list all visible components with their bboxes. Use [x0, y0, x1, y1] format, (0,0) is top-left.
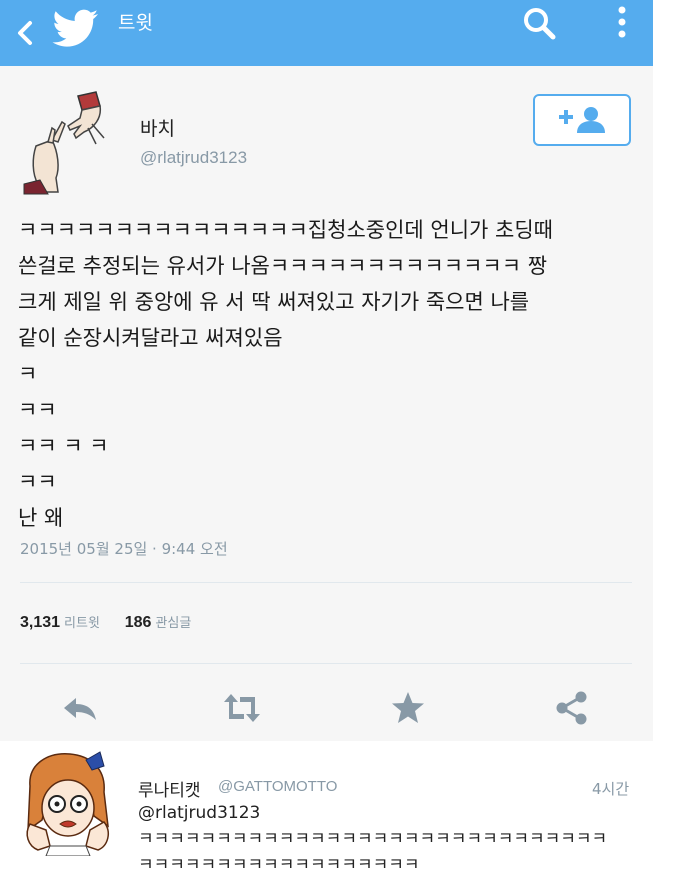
like-count[interactable]: 186	[125, 614, 152, 631]
retweet-icon[interactable]	[222, 688, 262, 728]
reply-icon[interactable]	[60, 688, 100, 728]
search-icon[interactable]	[520, 4, 560, 44]
follow-button[interactable]	[533, 94, 631, 146]
reply-author-name[interactable]: 루나티캣	[138, 776, 201, 801]
reply-author-handle[interactable]: @GATTOMOTTO	[218, 778, 337, 795]
reply-text: @rlatjrud3123 ㅋㅋㅋㅋㅋㅋㅋㅋㅋㅋㅋㅋㅋㅋㅋㅋㅋㅋㅋㅋㅋㅋㅋㅋㅋㅋ…	[138, 803, 608, 875]
tweet-stats: 3,131 리트윗 186 관심글	[20, 612, 211, 632]
retweet-label[interactable]: 리트윗	[64, 616, 100, 631]
twitter-bird-icon	[52, 9, 98, 47]
like-label[interactable]: 관심글	[155, 616, 191, 631]
tweet-timestamp: 2015년 05월 25일 · 9:44 오전	[20, 540, 228, 558]
author-name[interactable]: 바치	[140, 114, 175, 141]
share-icon[interactable]	[552, 688, 592, 728]
retweet-count[interactable]: 3,131	[20, 614, 60, 631]
avatar[interactable]	[22, 88, 112, 196]
more-vertical-icon[interactable]	[612, 2, 632, 46]
favorite-star-icon[interactable]	[388, 688, 428, 728]
page-title: 트윗	[118, 12, 153, 34]
author-handle[interactable]: @rlatjrud3123	[140, 148, 247, 168]
add-user-icon	[559, 107, 605, 133]
reply-time: 4시간	[592, 780, 630, 798]
top-app-bar: 트윗	[0, 0, 653, 66]
tweet-text: ㅋㅋㅋㅋㅋㅋㅋㅋㅋㅋㅋㅋㅋㅋㅋ집청소중인데 언니가 초딩때 쓴걸로 추정되는 유…	[18, 218, 553, 530]
reply-avatar[interactable]	[20, 746, 116, 856]
divider	[20, 582, 632, 583]
chevron-left-icon[interactable]	[12, 18, 36, 48]
page-edge	[653, 0, 696, 896]
divider	[20, 663, 632, 664]
